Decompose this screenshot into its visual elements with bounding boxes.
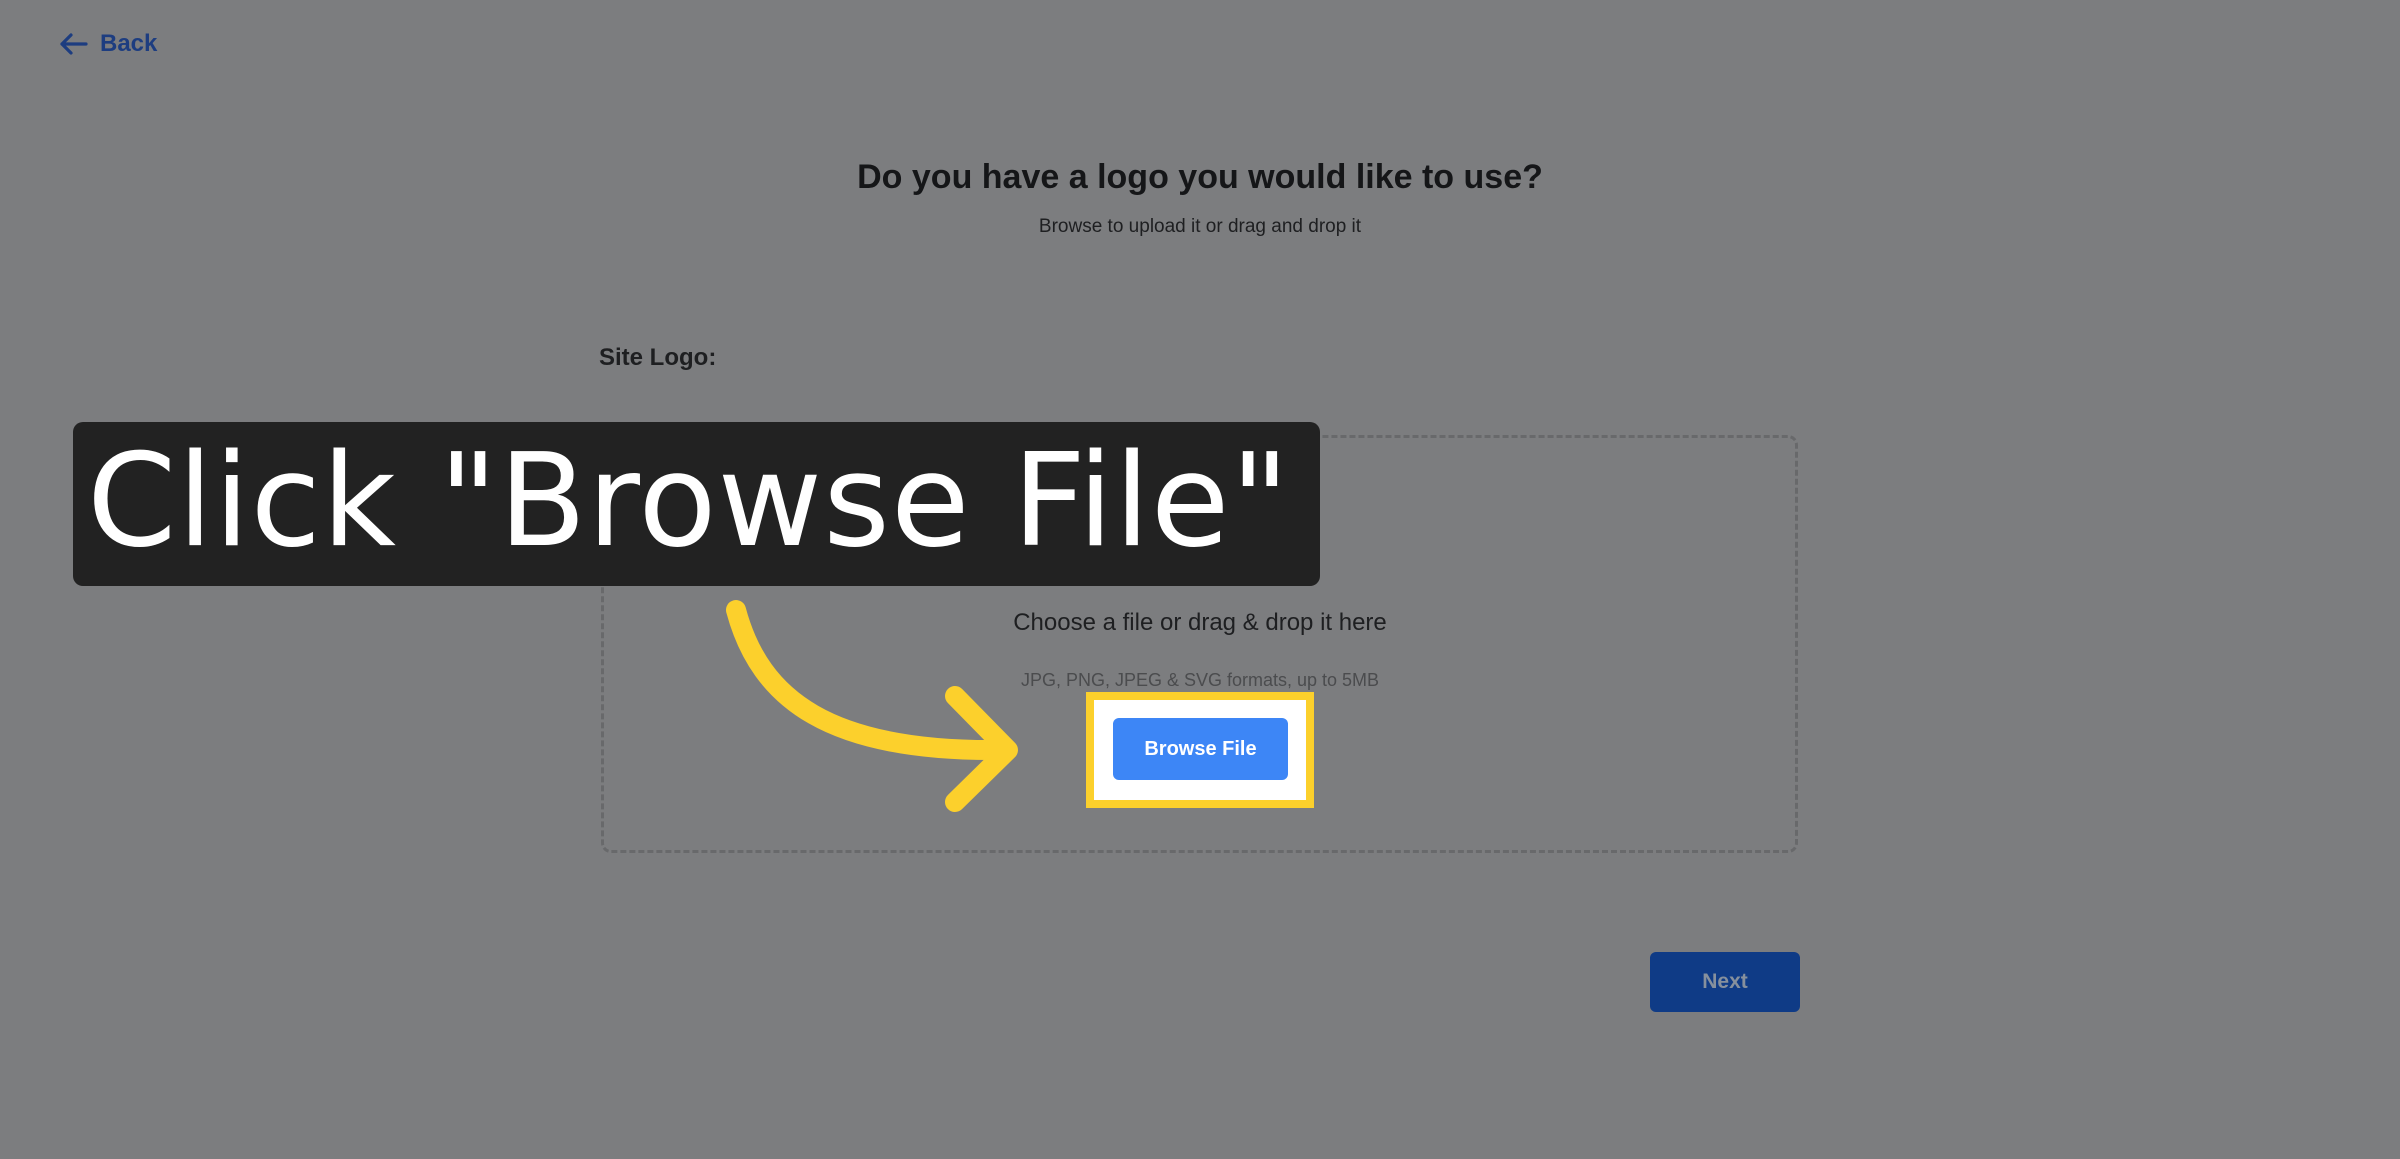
dropzone-text: Choose a file or drag & drop it here [1013, 609, 1387, 636]
back-label: Back [100, 30, 158, 57]
curved-arrow-icon [700, 590, 1040, 820]
back-link[interactable]: Back [58, 30, 157, 58]
browse-file-button[interactable]: Browse File [1113, 718, 1288, 780]
dropzone-format-hint: JPG, PNG, JPEG & SVG formats, up to 5MB [1020, 670, 1380, 690]
instruction-callout-text: Click "Browse File" [87, 427, 1291, 576]
next-button[interactable]: Next [1650, 952, 1800, 1012]
instruction-callout: Click "Browse File" [73, 422, 1320, 586]
page-title: Do you have a logo you would like to use… [857, 158, 1543, 196]
arrow-left-icon [58, 32, 88, 56]
page-subtitle: Browse to upload it or drag and drop it [1038, 216, 1362, 237]
site-logo-label: Site Logo: [599, 344, 717, 371]
